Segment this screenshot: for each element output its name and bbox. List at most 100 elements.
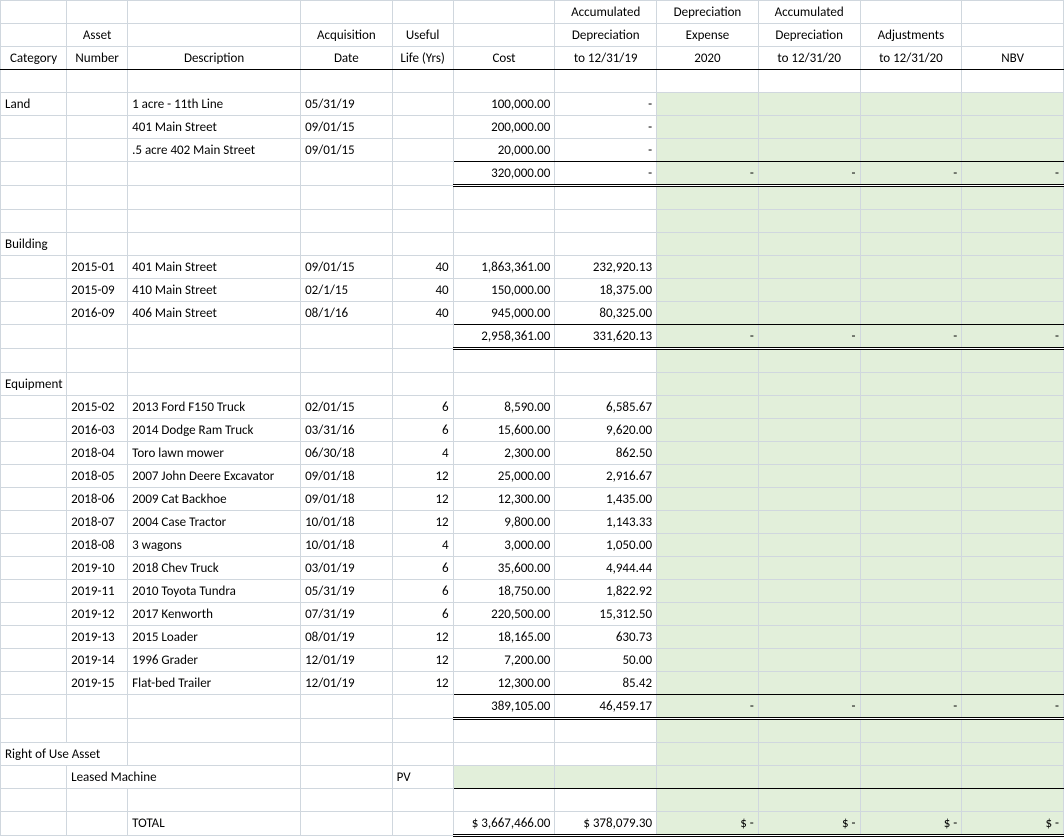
input-cell[interactable] xyxy=(657,603,759,626)
input-cell[interactable] xyxy=(962,603,1064,626)
input-cell[interactable] xyxy=(453,766,555,789)
input-cell[interactable] xyxy=(860,580,962,603)
input-cell[interactable] xyxy=(962,116,1064,139)
pv-label: PV xyxy=(392,766,453,789)
input-cell[interactable] xyxy=(860,256,962,279)
input-cell[interactable] xyxy=(860,116,962,139)
input-cell[interactable] xyxy=(657,396,759,419)
input-cell[interactable] xyxy=(860,302,962,325)
input-cell[interactable] xyxy=(962,488,1064,511)
input-cell[interactable] xyxy=(758,116,860,139)
input-cell[interactable] xyxy=(657,256,759,279)
input-cell[interactable] xyxy=(657,511,759,534)
input-cell[interactable] xyxy=(657,488,759,511)
input-cell[interactable] xyxy=(860,534,962,557)
input-cell[interactable] xyxy=(860,626,962,649)
input-cell[interactable] xyxy=(657,465,759,488)
section-title: Building xyxy=(1,233,67,256)
asset-number: 2019-14 xyxy=(67,649,128,672)
asset-description: 2007 John Deere Excavator xyxy=(128,465,301,488)
input-cell[interactable] xyxy=(657,766,759,789)
input-cell[interactable] xyxy=(657,139,759,162)
input-cell[interactable] xyxy=(860,603,962,626)
input-cell[interactable] xyxy=(657,116,759,139)
input-cell[interactable] xyxy=(962,93,1064,116)
header-cell xyxy=(1,1,67,24)
input-cell[interactable] xyxy=(860,396,962,419)
acquisition-date: 12/01/19 xyxy=(301,649,393,672)
input-cell[interactable] xyxy=(657,534,759,557)
input-cell[interactable] xyxy=(860,649,962,672)
input-cell[interactable] xyxy=(657,442,759,465)
input-cell[interactable] xyxy=(962,279,1064,302)
input-cell[interactable] xyxy=(962,396,1064,419)
input-cell[interactable] xyxy=(657,93,759,116)
asset-description: 2017 Kenworth xyxy=(128,603,301,626)
useful-life: 12 xyxy=(392,649,453,672)
input-cell[interactable] xyxy=(758,419,860,442)
input-cell[interactable] xyxy=(758,93,860,116)
input-cell[interactable] xyxy=(555,766,657,789)
input-cell[interactable] xyxy=(758,649,860,672)
input-cell[interactable] xyxy=(962,465,1064,488)
input-cell[interactable] xyxy=(657,279,759,302)
input-cell[interactable] xyxy=(962,766,1064,789)
input-cell[interactable] xyxy=(860,279,962,302)
input-cell[interactable] xyxy=(860,465,962,488)
input-cell[interactable] xyxy=(962,139,1064,162)
input-cell[interactable] xyxy=(758,279,860,302)
input-cell[interactable] xyxy=(758,557,860,580)
input-cell[interactable] xyxy=(758,672,860,695)
input-cell[interactable] xyxy=(758,534,860,557)
input-cell[interactable] xyxy=(657,557,759,580)
input-cell[interactable] xyxy=(657,649,759,672)
input-cell[interactable] xyxy=(962,256,1064,279)
input-cell[interactable] xyxy=(657,626,759,649)
input-cell[interactable] xyxy=(758,139,860,162)
cost: 200,000.00 xyxy=(453,116,555,139)
input-cell[interactable] xyxy=(860,442,962,465)
input-cell[interactable] xyxy=(758,511,860,534)
input-cell[interactable] xyxy=(758,442,860,465)
input-cell[interactable] xyxy=(758,488,860,511)
input-cell[interactable] xyxy=(860,766,962,789)
header-cell: Description xyxy=(128,47,301,70)
input-cell[interactable] xyxy=(758,302,860,325)
input-cell[interactable] xyxy=(860,93,962,116)
input-cell[interactable] xyxy=(962,302,1064,325)
input-cell[interactable] xyxy=(758,766,860,789)
header-cell: to 12/31/20 xyxy=(758,47,860,70)
acc-dep-19: 6,585.67 xyxy=(555,396,657,419)
input-cell[interactable] xyxy=(962,534,1064,557)
input-cell[interactable] xyxy=(962,626,1064,649)
input-cell[interactable] xyxy=(860,511,962,534)
input-cell[interactable] xyxy=(758,465,860,488)
input-cell[interactable] xyxy=(860,139,962,162)
input-cell[interactable] xyxy=(758,580,860,603)
acquisition-date: 09/01/15 xyxy=(301,116,393,139)
input-cell[interactable] xyxy=(860,419,962,442)
input-cell[interactable] xyxy=(758,396,860,419)
input-cell[interactable] xyxy=(758,603,860,626)
asset-description: 401 Main Street xyxy=(128,116,301,139)
input-cell[interactable] xyxy=(962,580,1064,603)
asset-description: 2004 Case Tractor xyxy=(128,511,301,534)
input-cell[interactable] xyxy=(962,557,1064,580)
input-cell[interactable] xyxy=(962,649,1064,672)
input-cell[interactable] xyxy=(860,672,962,695)
input-cell[interactable] xyxy=(758,626,860,649)
input-cell[interactable] xyxy=(860,488,962,511)
asset-number: 2016-09 xyxy=(67,302,128,325)
input-cell[interactable] xyxy=(657,302,759,325)
input-cell[interactable] xyxy=(962,511,1064,534)
input-cell[interactable] xyxy=(758,256,860,279)
useful-life: 40 xyxy=(392,302,453,325)
input-cell[interactable] xyxy=(657,580,759,603)
input-cell[interactable] xyxy=(657,672,759,695)
asset-description: 1996 Grader xyxy=(128,649,301,672)
input-cell[interactable] xyxy=(962,419,1064,442)
input-cell[interactable] xyxy=(962,442,1064,465)
input-cell[interactable] xyxy=(657,419,759,442)
input-cell[interactable] xyxy=(962,672,1064,695)
input-cell[interactable] xyxy=(860,557,962,580)
